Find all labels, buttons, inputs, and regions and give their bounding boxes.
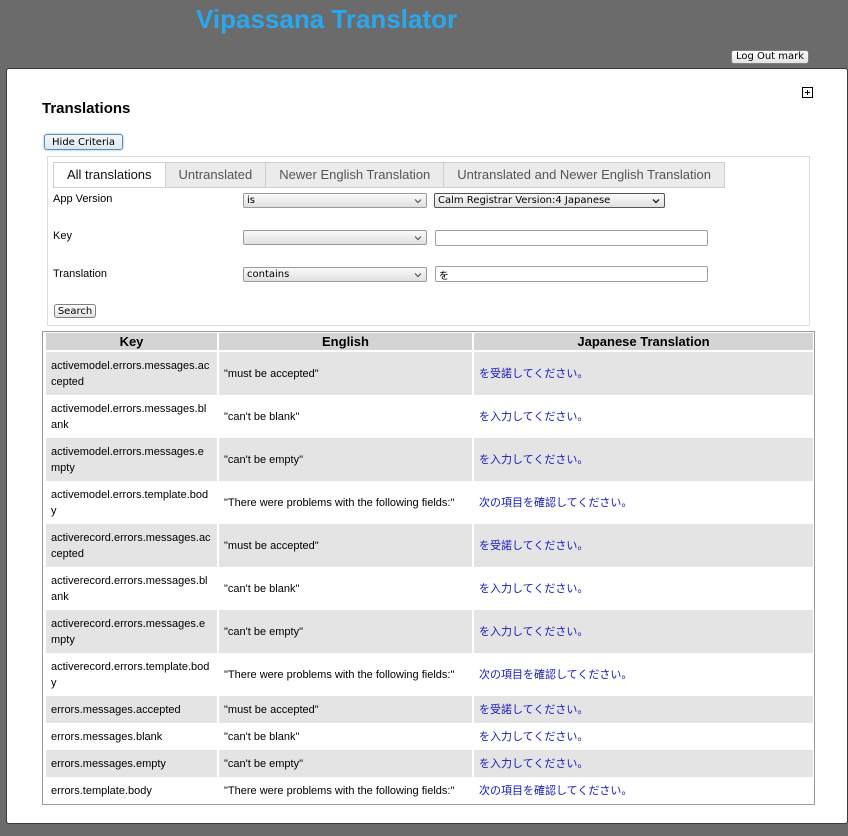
english-cell: "can't be empty" bbox=[219, 438, 472, 481]
key-cell: activemodel.errors.template.body bbox=[46, 481, 217, 524]
filter-tabs: All translations Untranslated Newer Engl… bbox=[53, 162, 725, 188]
japanese-translation-link[interactable]: 次の項目を確認してください。 bbox=[474, 653, 813, 696]
japanese-translation-link[interactable]: を受諾してください。 bbox=[474, 524, 813, 567]
japanese-translation-link[interactable]: を入力してください。 bbox=[474, 567, 813, 610]
table-row: activerecord.errors.template.body "There… bbox=[46, 653, 813, 696]
key-cell: activemodel.errors.messages.empty bbox=[46, 438, 217, 481]
english-cell: "can't be blank" bbox=[219, 567, 472, 610]
chevron-down-icon bbox=[414, 199, 422, 204]
table-row: errors.messages.empty "can't be empty" を… bbox=[46, 750, 813, 777]
translation-label: Translation bbox=[53, 268, 108, 280]
table-row: activerecord.errors.messages.blank "can'… bbox=[46, 567, 813, 610]
english-cell: "There were problems with the following … bbox=[219, 481, 472, 524]
translation-operator-select[interactable]: contains bbox=[243, 267, 427, 282]
key-cell: activerecord.errors.messages.empty bbox=[46, 610, 217, 653]
app-version-label: App Version bbox=[53, 193, 113, 205]
tab-newer-english[interactable]: Newer English Translation bbox=[266, 162, 445, 188]
key-operator-select[interactable] bbox=[243, 230, 427, 245]
key-cell: errors.messages.empty bbox=[46, 750, 217, 777]
table-header-row: Key English Japanese Translation bbox=[46, 333, 813, 352]
table-row: activemodel.errors.messages.accepted "mu… bbox=[46, 352, 813, 395]
table-row: activerecord.errors.messages.empty "can'… bbox=[46, 610, 813, 653]
key-label: Key bbox=[53, 230, 72, 242]
translation-operator-value: contains bbox=[247, 269, 290, 280]
key-cell: activerecord.errors.messages.blank bbox=[46, 567, 217, 610]
japanese-translation-link[interactable]: を入力してください。 bbox=[474, 395, 813, 438]
english-cell: "There were problems with the following … bbox=[219, 653, 472, 696]
search-criteria: All translations Untranslated Newer Engl… bbox=[47, 156, 810, 326]
logout-button[interactable]: Log Out mark bbox=[731, 50, 809, 64]
results-table: Key English Japanese Translation activem… bbox=[44, 333, 815, 804]
japanese-translation-link[interactable]: 次の項目を確認してください。 bbox=[474, 777, 813, 804]
app-version-operator-select[interactable]: is bbox=[243, 193, 427, 208]
translations-panel: Translations Hide Criteria All translati… bbox=[6, 68, 848, 824]
key-cell: errors.messages.blank bbox=[46, 723, 217, 750]
results-table-container: Key English Japanese Translation activem… bbox=[42, 331, 815, 805]
english-cell: "can't be blank" bbox=[219, 723, 472, 750]
section-title: Translations bbox=[42, 100, 131, 117]
japanese-translation-link[interactable]: を入力してください。 bbox=[474, 750, 813, 777]
table-row: activemodel.errors.messages.empty "can't… bbox=[46, 438, 813, 481]
tab-untranslated-and-newer[interactable]: Untranslated and Newer English Translati… bbox=[444, 162, 725, 188]
chevron-down-icon bbox=[414, 236, 422, 241]
translation-input[interactable] bbox=[435, 266, 708, 282]
app-title: Vipassana Translator bbox=[196, 4, 458, 34]
english-cell: "can't be blank" bbox=[219, 395, 472, 438]
english-cell: "must be accepted" bbox=[219, 352, 472, 395]
key-cell: activemodel.errors.messages.blank bbox=[46, 395, 217, 438]
search-button[interactable]: Search bbox=[54, 304, 96, 318]
japanese-translation-link[interactable]: を入力してください。 bbox=[474, 610, 813, 653]
english-cell: "can't be empty" bbox=[219, 750, 472, 777]
table-row: activerecord.errors.messages.accepted "m… bbox=[46, 524, 813, 567]
tab-all-translations[interactable]: All translations bbox=[53, 162, 166, 188]
hide-criteria-button[interactable]: Hide Criteria bbox=[44, 134, 123, 150]
app-version-value-select[interactable]: Calm Registrar Version:4 Japanese bbox=[434, 193, 665, 208]
table-row: activemodel.errors.template.body "There … bbox=[46, 481, 813, 524]
key-input[interactable] bbox=[435, 230, 708, 246]
table-row: errors.messages.blank "can't be blank" を… bbox=[46, 723, 813, 750]
english-cell: "must be accepted" bbox=[219, 696, 472, 723]
japanese-translation-link[interactable]: を入力してください。 bbox=[474, 723, 813, 750]
english-cell: "There were problems with the following … bbox=[219, 777, 472, 804]
app-version-operator-value: is bbox=[247, 195, 255, 206]
key-cell: errors.template.body bbox=[46, 777, 217, 804]
chevron-down-icon bbox=[414, 273, 422, 278]
column-header-japanese[interactable]: Japanese Translation bbox=[474, 333, 813, 352]
japanese-translation-link[interactable]: を受諾してください。 bbox=[474, 696, 813, 723]
table-row: activemodel.errors.messages.blank "can't… bbox=[46, 395, 813, 438]
table-row: errors.messages.accepted "must be accept… bbox=[46, 696, 813, 723]
column-header-english[interactable]: English bbox=[219, 333, 472, 352]
key-cell: activerecord.errors.template.body bbox=[46, 653, 217, 696]
chevron-down-icon bbox=[652, 199, 660, 204]
japanese-translation-link[interactable]: を入力してください。 bbox=[474, 438, 813, 481]
key-cell: errors.messages.accepted bbox=[46, 696, 217, 723]
english-cell: "can't be empty" bbox=[219, 610, 472, 653]
column-header-key[interactable]: Key bbox=[46, 333, 217, 352]
key-cell: activerecord.errors.messages.accepted bbox=[46, 524, 217, 567]
expand-icon[interactable] bbox=[802, 87, 813, 98]
japanese-translation-link[interactable]: 次の項目を確認してください。 bbox=[474, 481, 813, 524]
english-cell: "must be accepted" bbox=[219, 524, 472, 567]
key-cell: activemodel.errors.messages.accepted bbox=[46, 352, 217, 395]
tab-untranslated[interactable]: Untranslated bbox=[165, 162, 267, 188]
japanese-translation-link[interactable]: を受諾してください。 bbox=[474, 352, 813, 395]
app-version-value: Calm Registrar Version:4 Japanese bbox=[438, 195, 611, 206]
table-row: errors.template.body "There were problem… bbox=[46, 777, 813, 804]
